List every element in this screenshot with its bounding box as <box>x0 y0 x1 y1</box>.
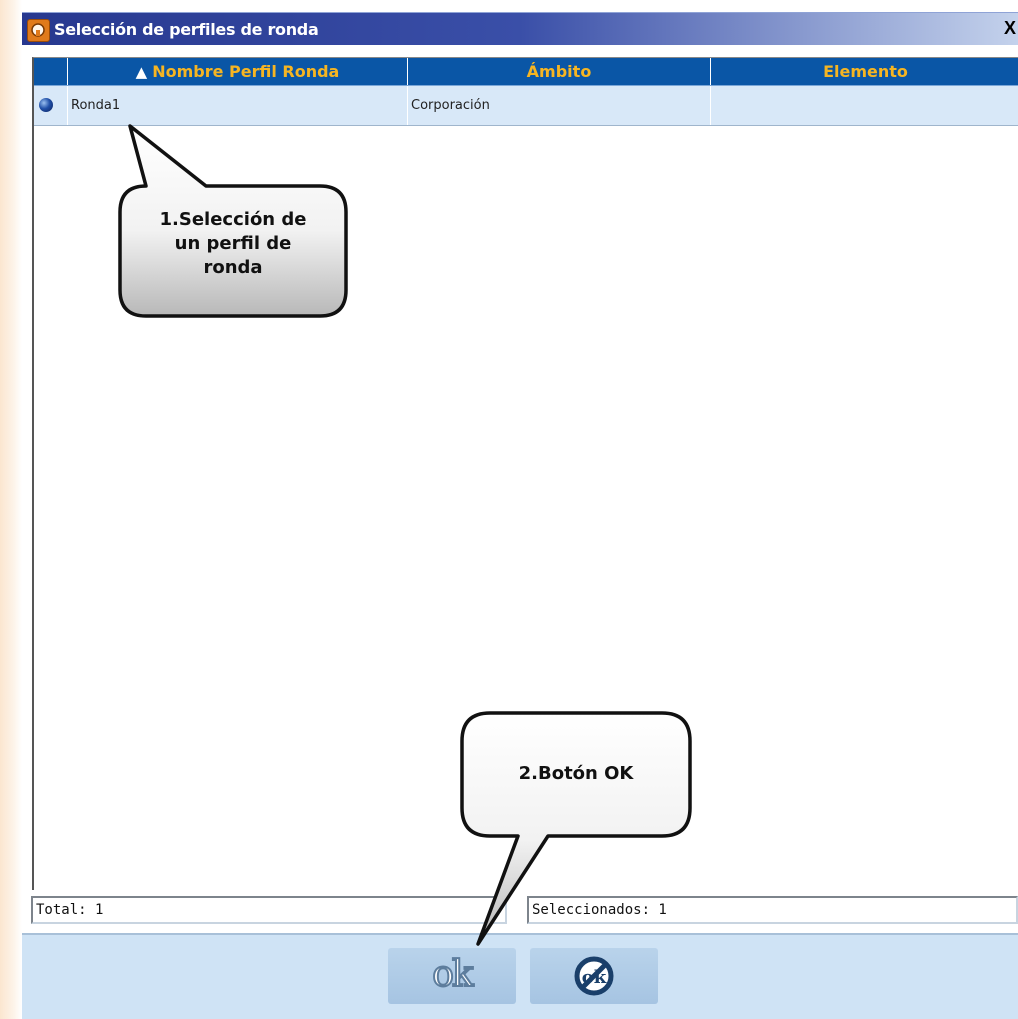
callout-overlay <box>118 124 692 946</box>
callout-bubble-2 <box>460 711 692 946</box>
callout-step1: 1.Selección de un perfil de ronda <box>122 208 344 280</box>
callout-step1-line1: 1.Selección de <box>159 209 307 230</box>
callout-step1-line3: ronda <box>203 257 263 278</box>
callout-step2: 2.Botón OK <box>518 763 634 784</box>
callout-step1-line2: un perfil de <box>174 233 292 254</box>
